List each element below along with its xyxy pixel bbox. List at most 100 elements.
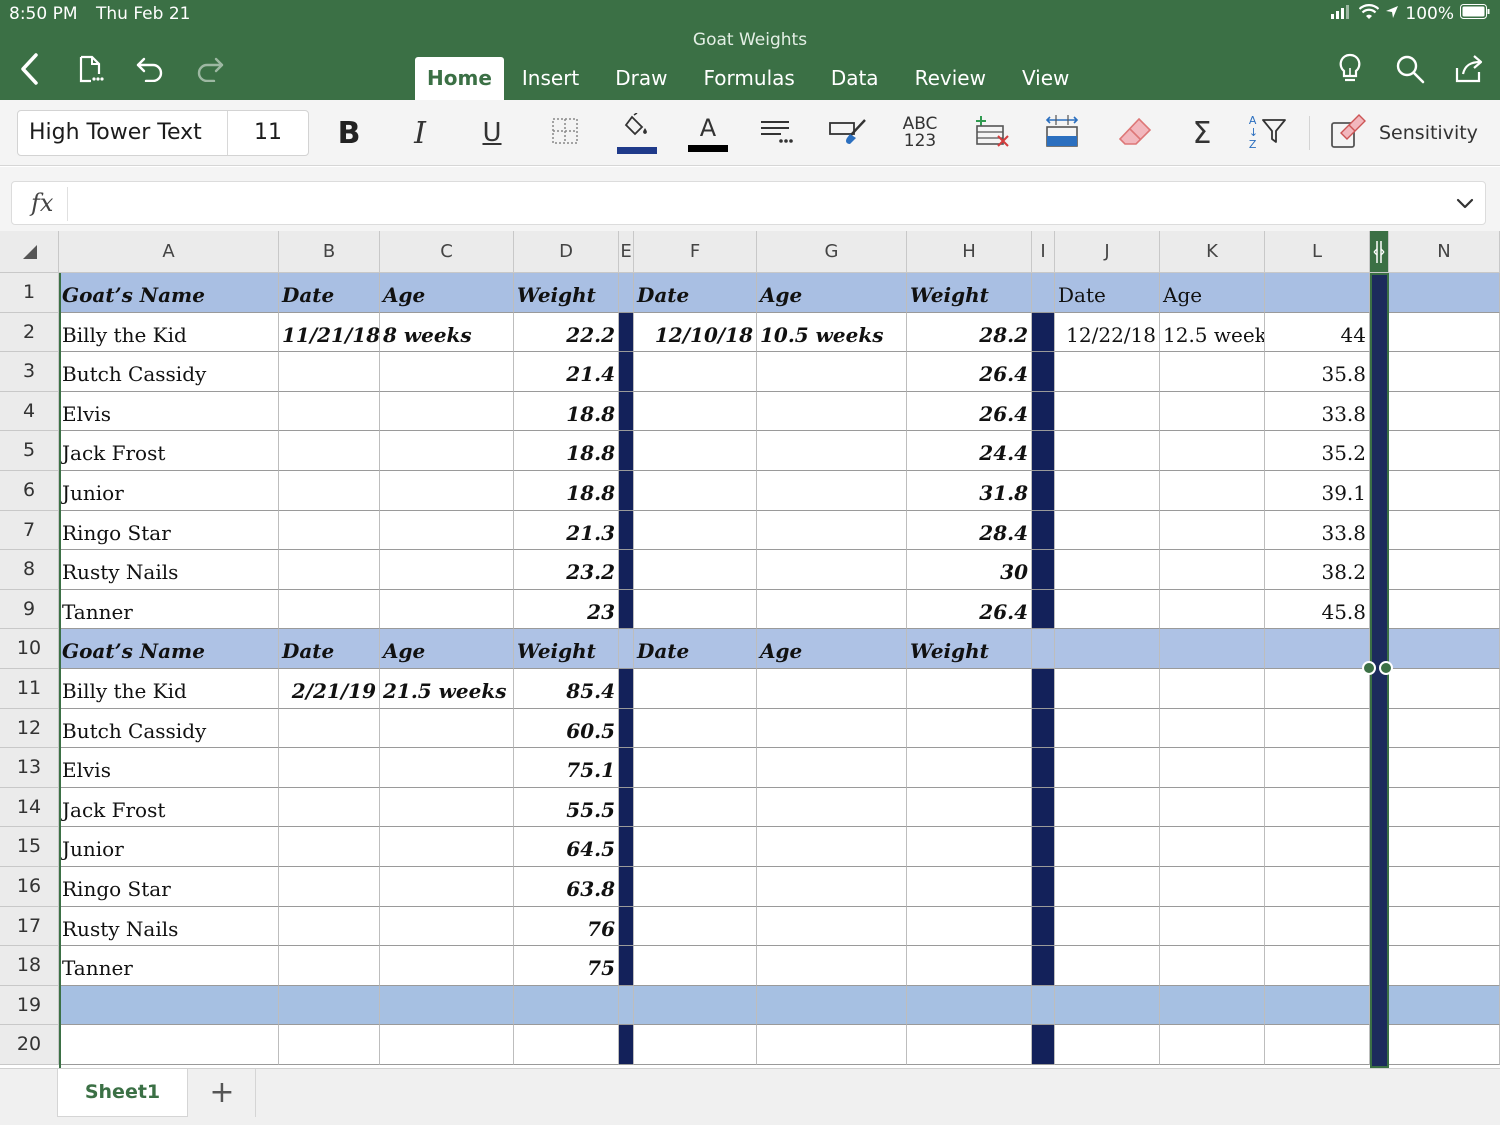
sensitivity-button[interactable] [1325, 112, 1371, 154]
autosum-button[interactable]: Σ [1177, 112, 1227, 154]
cell-f7[interactable] [634, 510, 757, 551]
cell-g18[interactable] [757, 946, 907, 986]
cell-j15[interactable] [1055, 827, 1160, 867]
cell-a20[interactable] [59, 1025, 279, 1065]
cell-h5[interactable]: 24.4 [907, 431, 1032, 471]
cell-k19[interactable] [1160, 985, 1265, 1026]
cell-n3[interactable] [1389, 352, 1500, 392]
cell-h10[interactable]: Weight [907, 629, 1032, 669]
row-header-20[interactable]: 20 [0, 1025, 59, 1065]
cell-n13[interactable] [1389, 748, 1500, 788]
font-color-button[interactable]: A [683, 112, 733, 154]
cell-g19[interactable] [757, 985, 907, 1026]
cell-k10[interactable] [1160, 629, 1265, 669]
cell-f8[interactable] [634, 550, 757, 590]
cell-k18[interactable] [1160, 946, 1265, 986]
insert-delete-cells-button[interactable] [967, 112, 1017, 154]
row-header-13[interactable]: 13 [0, 748, 59, 788]
cell-d2[interactable]: 22.2 [514, 312, 619, 353]
cell-h4[interactable]: 26.4 [907, 391, 1032, 432]
cell-l14[interactable] [1265, 787, 1370, 828]
cell-i18[interactable] [1032, 946, 1055, 986]
cell-c6[interactable] [380, 471, 514, 511]
cell-c10[interactable]: Age [380, 629, 514, 669]
cell-g6[interactable] [757, 471, 907, 511]
cell-i20[interactable] [1032, 1025, 1055, 1065]
cell-j6[interactable] [1055, 471, 1160, 511]
number-format-button[interactable]: ABC 123 [895, 112, 945, 154]
cell-b6[interactable] [279, 471, 380, 511]
cell-f12[interactable] [634, 708, 757, 749]
format-cells-button[interactable] [1037, 112, 1087, 154]
cell-j20[interactable] [1055, 1025, 1160, 1065]
row-header-12[interactable]: 12 [0, 708, 59, 749]
file-menu-button[interactable] [73, 52, 107, 86]
cell-i3[interactable] [1032, 352, 1055, 392]
cell-d11[interactable]: 85.4 [514, 669, 619, 709]
row-header-16[interactable]: 16 [0, 867, 59, 907]
cell-e6[interactable] [619, 471, 634, 511]
cell-l1[interactable] [1265, 273, 1370, 313]
fill-color-button[interactable] [612, 111, 662, 154]
cell-f2[interactable]: 12/10/18 [634, 312, 757, 353]
column-header-l[interactable]: L [1265, 231, 1370, 273]
formula-input[interactable] [82, 188, 1432, 220]
cell-a13[interactable]: Elvis [59, 748, 279, 788]
cell-b10[interactable]: Date [279, 629, 380, 669]
cell-d15[interactable]: 64.5 [514, 827, 619, 867]
sensitivity-label[interactable]: Sensitivity [1379, 122, 1478, 144]
cell-e17[interactable] [619, 906, 634, 947]
cell-b15[interactable] [279, 827, 380, 867]
cell-l20[interactable] [1265, 1025, 1370, 1065]
row-header-14[interactable]: 14 [0, 787, 59, 828]
cell-g11[interactable] [757, 669, 907, 709]
cell-j12[interactable] [1055, 708, 1160, 749]
cell-a4[interactable]: Elvis [59, 391, 279, 432]
cell-h18[interactable] [907, 946, 1032, 986]
cell-c12[interactable] [380, 708, 514, 749]
cell-j8[interactable] [1055, 550, 1160, 590]
column-header-i[interactable]: I [1032, 231, 1055, 273]
cell-i12[interactable] [1032, 708, 1055, 749]
underline-button[interactable]: U [467, 112, 517, 154]
cell-c4[interactable] [380, 391, 514, 432]
tab-draw[interactable]: Draw [597, 57, 685, 100]
sort-filter-button[interactable]: A ↓ Z [1243, 112, 1293, 154]
column-header-m[interactable] [1370, 231, 1389, 273]
cell-j13[interactable] [1055, 748, 1160, 788]
cell-l5[interactable]: 35.2 [1265, 431, 1370, 471]
cell-k1[interactable]: Age [1160, 273, 1265, 313]
cell-d8[interactable]: 23.2 [514, 550, 619, 590]
cell-e9[interactable] [619, 589, 634, 630]
cell-b4[interactable] [279, 391, 380, 432]
fx-button[interactable]: fx [20, 187, 68, 221]
cell-h16[interactable] [907, 867, 1032, 907]
row-header-15[interactable]: 15 [0, 827, 59, 867]
cell-h17[interactable] [907, 906, 1032, 947]
cell-g3[interactable] [757, 352, 907, 392]
cell-i4[interactable] [1032, 391, 1055, 432]
cell-c11[interactable]: 21.5 weeks [380, 669, 514, 709]
cell-l12[interactable] [1265, 708, 1370, 749]
cell-a14[interactable]: Jack Frost [59, 787, 279, 828]
cell-f13[interactable] [634, 748, 757, 788]
cell-i9[interactable] [1032, 589, 1055, 630]
cell-f3[interactable] [634, 352, 757, 392]
cell-j17[interactable] [1055, 906, 1160, 947]
redo-button[interactable] [193, 52, 227, 86]
cell-g4[interactable] [757, 391, 907, 432]
cell-i16[interactable] [1032, 867, 1055, 907]
cell-n10[interactable] [1389, 629, 1500, 669]
cell-k6[interactable] [1160, 471, 1265, 511]
cell-d18[interactable]: 75 [514, 946, 619, 986]
cell-b16[interactable] [279, 867, 380, 907]
cell-c19[interactable] [380, 985, 514, 1026]
cell-d20[interactable] [514, 1025, 619, 1065]
column-header-n[interactable]: N [1389, 231, 1500, 273]
cell-k13[interactable] [1160, 748, 1265, 788]
cell-l17[interactable] [1265, 906, 1370, 947]
cell-k15[interactable] [1160, 827, 1265, 867]
cell-j14[interactable] [1055, 787, 1160, 828]
column-header-k[interactable]: K [1160, 231, 1265, 273]
cell-c3[interactable] [380, 352, 514, 392]
